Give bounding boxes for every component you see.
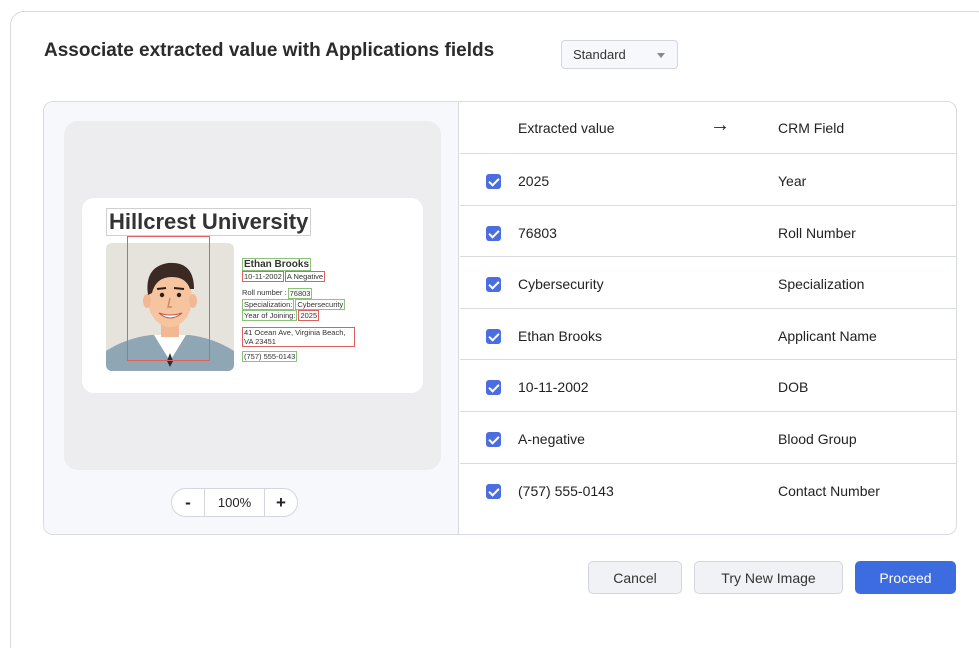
extracted-value: 76803 bbox=[518, 224, 557, 241]
image-preview-pane: Hillcrest University Ethan Brooks 10-11-… bbox=[44, 102, 459, 534]
card-year-label: Year of Joining: bbox=[242, 310, 298, 321]
row-checkbox[interactable] bbox=[486, 277, 501, 293]
card-details: Ethan Brooks 10-11-2002 A Negative Roll … bbox=[242, 258, 422, 362]
card-roll-label: Roll number : bbox=[242, 288, 287, 297]
extracted-value: Ethan Brooks bbox=[518, 327, 603, 344]
zoom-level: 100% bbox=[204, 489, 265, 516]
mapping-table: Extracted value → CRM Field 2025 Year 76… bbox=[460, 102, 956, 516]
chevron-down-icon bbox=[657, 53, 665, 58]
id-card-image: Hillcrest University Ethan Brooks 10-11-… bbox=[82, 198, 423, 393]
zoom-out-button[interactable]: - bbox=[172, 493, 204, 513]
image-preview: Hillcrest University Ethan Brooks 10-11-… bbox=[64, 121, 441, 470]
card-blood: A Negative bbox=[284, 271, 326, 282]
crm-field: DOB bbox=[778, 379, 809, 396]
crm-field: Roll Number bbox=[778, 224, 856, 241]
column-header-extracted: Extracted value bbox=[518, 120, 615, 136]
card-university-name: Hillcrest University bbox=[106, 208, 312, 236]
table-row: 2025 Year bbox=[460, 154, 956, 206]
card-spec-value: Cybersecurity bbox=[295, 299, 346, 310]
crm-field: Year bbox=[778, 173, 807, 189]
extracted-value: A-negative bbox=[518, 430, 585, 447]
extracted-value: 2025 bbox=[518, 173, 550, 189]
table-row: A-negative Blood Group bbox=[460, 412, 956, 464]
extracted-value: Cybersecurity bbox=[518, 276, 604, 293]
cancel-button[interactable]: Cancel bbox=[588, 561, 682, 594]
row-checkbox[interactable] bbox=[486, 225, 501, 241]
row-checkbox[interactable] bbox=[486, 328, 501, 344]
card-year-value: 2025 bbox=[298, 310, 320, 321]
main-panel: Hillcrest University Ethan Brooks 10-11-… bbox=[43, 101, 957, 535]
extracted-value: 10-11-2002 bbox=[518, 379, 589, 396]
card-dob: 10-11-2002 bbox=[242, 271, 284, 282]
zoom-control: - 100% + bbox=[171, 488, 298, 517]
table-row: Ethan Brooks Applicant Name bbox=[460, 309, 956, 361]
proceed-button[interactable]: Proceed bbox=[855, 561, 956, 594]
card-name: Ethan Brooks bbox=[242, 258, 312, 271]
table-row: (757) 555-0143 Contact Number bbox=[460, 464, 956, 516]
row-checkbox[interactable] bbox=[486, 431, 501, 447]
row-checkbox[interactable] bbox=[486, 483, 501, 499]
table-row: Cybersecurity Specialization bbox=[460, 257, 956, 309]
crm-field: Contact Number bbox=[778, 482, 880, 499]
mode-dropdown[interactable]: Standard bbox=[561, 40, 678, 69]
try-new-image-button[interactable]: Try New Image bbox=[694, 561, 843, 594]
arrow-right-icon: → bbox=[710, 114, 730, 136]
zoom-in-button[interactable]: + bbox=[265, 493, 297, 513]
crm-field: Blood Group bbox=[778, 430, 857, 447]
mode-dropdown-value: Standard bbox=[573, 47, 626, 62]
crm-field: Specialization bbox=[778, 276, 865, 293]
card-phone: (757) 555-0143 bbox=[242, 351, 298, 362]
crm-field: Applicant Name bbox=[778, 327, 877, 344]
table-row: 76803 Roll Number bbox=[460, 206, 956, 258]
table-header: Extracted value → CRM Field bbox=[460, 102, 956, 154]
table-row: 10-11-2002 DOB bbox=[460, 360, 956, 412]
extracted-value: (757) 555-0143 bbox=[518, 482, 614, 499]
row-checkbox[interactable] bbox=[486, 380, 501, 396]
dialog-title: Associate extracted value with Applicati… bbox=[44, 40, 495, 61]
card-roll-value: 76803 bbox=[287, 288, 313, 299]
row-checkbox[interactable] bbox=[486, 174, 501, 189]
column-header-crm: CRM Field bbox=[778, 120, 845, 136]
card-address: 41 Ocean Ave, Virginia Beach, VA 23451 bbox=[242, 327, 355, 347]
card-spec-label: Specialization: bbox=[242, 299, 295, 310]
photo-detection-box bbox=[127, 236, 210, 361]
